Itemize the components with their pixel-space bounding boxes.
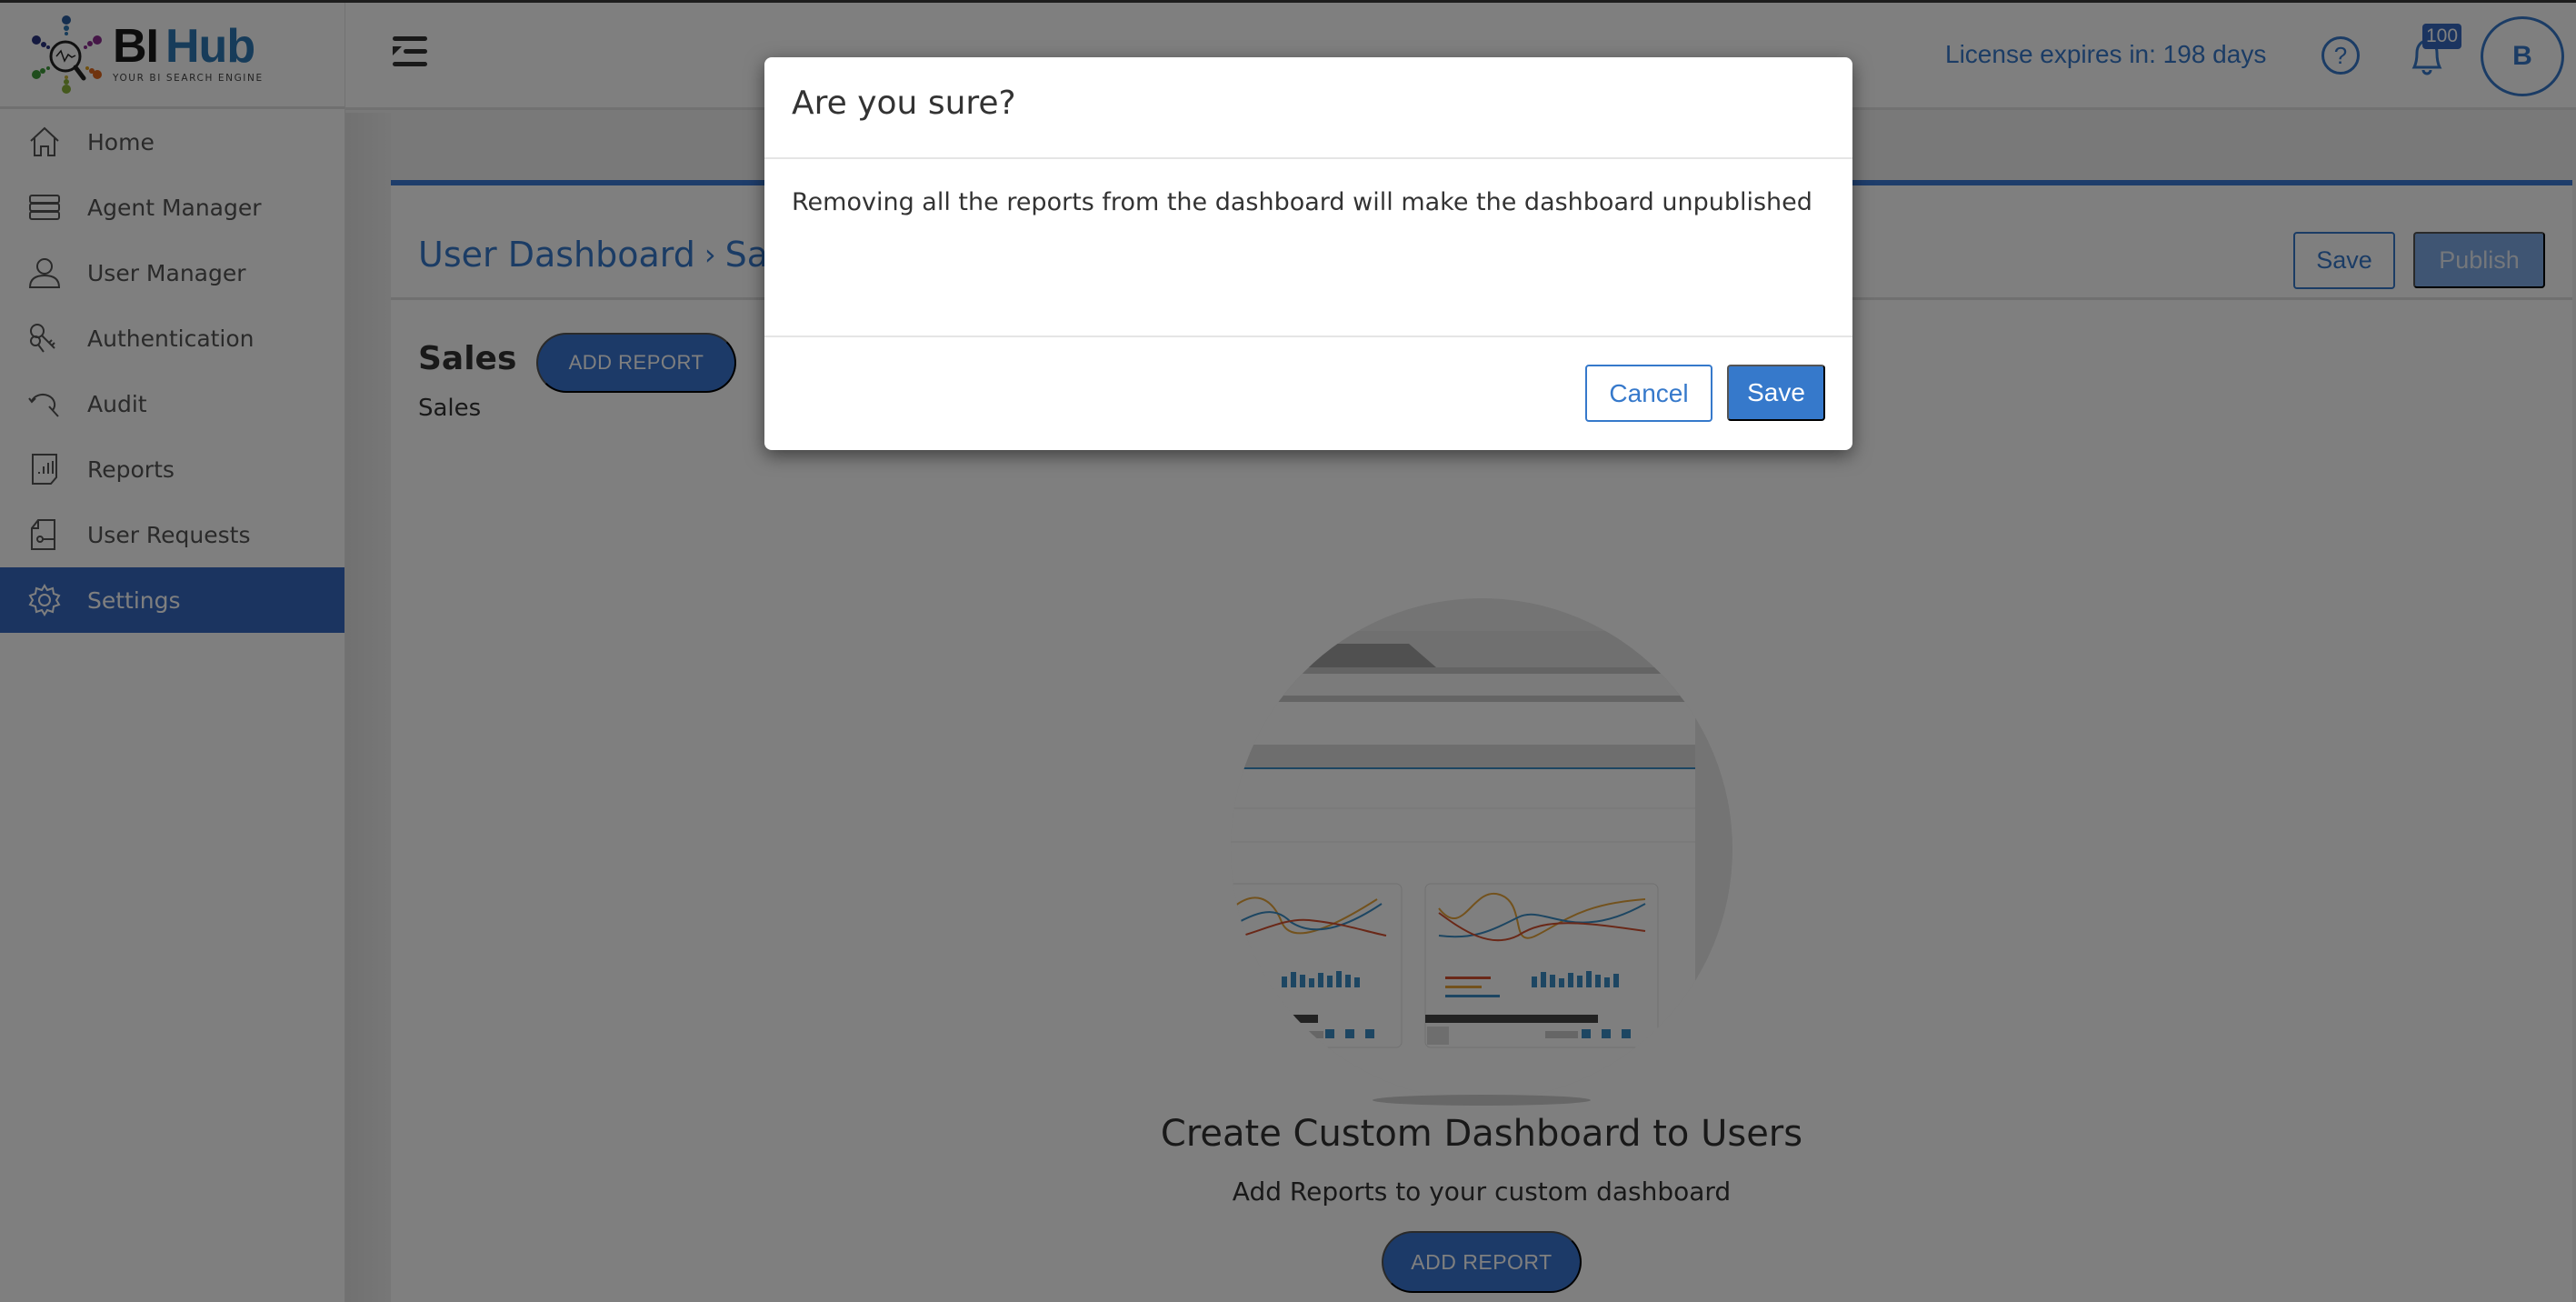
dialog-message: Removing all the reports from the dashbo… — [792, 188, 1812, 216]
save-button[interactable]: Save — [1727, 365, 1825, 421]
dialog-title: Are you sure? — [792, 85, 1016, 122]
dialog-header: Are you sure? — [764, 57, 1852, 159]
dialog-footer: Cancel Save — [764, 337, 1852, 448]
cancel-button[interactable]: Cancel — [1585, 365, 1712, 422]
confirm-dialog: Are you sure? Removing all the reports f… — [764, 57, 1852, 450]
dialog-body: Removing all the reports from the dashbo… — [764, 159, 1852, 337]
